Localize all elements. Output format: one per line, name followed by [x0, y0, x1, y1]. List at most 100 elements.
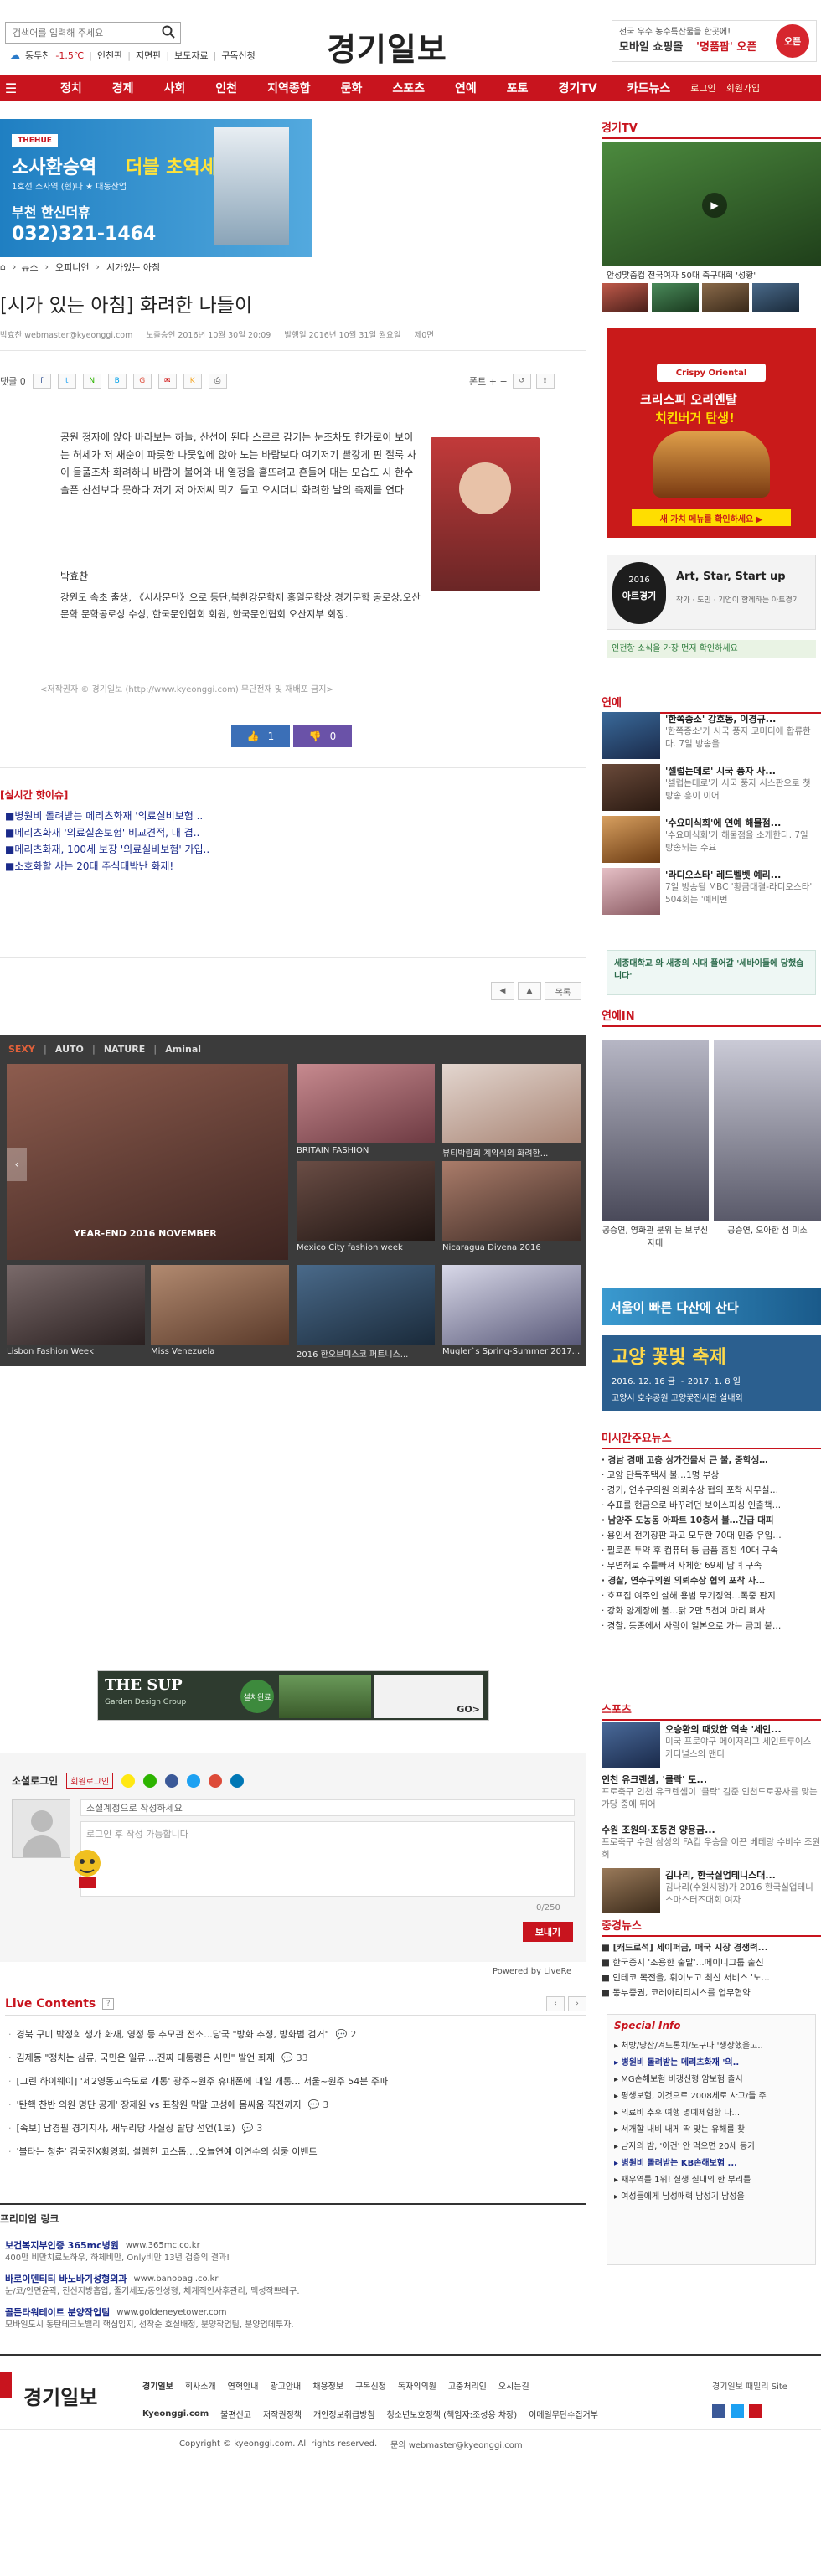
live-item[interactable]: · '탄핵 찬반 의원 명단 공개' 장제원 vs 표창원 막말 고성에 몸싸움 …: [8, 2093, 586, 2116]
special-item[interactable]: ▸ 서개할 내비 내게 딱 맞는 유해를 찾: [614, 2122, 810, 2139]
contact-email[interactable]: 문의 webmaster@kyeonggi.com: [390, 2438, 523, 2450]
live-item[interactable]: · 경북 구미 박정희 생가 화재, 영정 등 추모관 전소...당국 "방화 추…: [8, 2022, 586, 2046]
comment-textarea[interactable]: 로그인 후 작성 가능합니다: [80, 1821, 575, 1897]
gallery-tab-animal[interactable]: Aminal: [165, 1044, 201, 1055]
live-item[interactable]: · [속보] 남경필 경기지사, 새누리당 사실상 탈당 선언(1보) 💬 3: [8, 2116, 586, 2140]
gallery-thumb[interactable]: [442, 1064, 581, 1143]
ent-item[interactable]: '라디오스타' 레드벨벳 예리... 7일 방송될 MBC '황금대결-라디오스타…: [602, 868, 821, 920]
realtime-item[interactable]: · 필로폰 투약 후 컴퓨터 등 금품 훔친 40대 구속: [602, 1543, 821, 1558]
login-link[interactable]: 로그인: [685, 75, 720, 101]
realtime-item[interactable]: · 수표를 현금으로 바꾸려던 보이스피싱 인출책…: [602, 1498, 821, 1513]
hot-issue-item[interactable]: ■메리츠화재, 100세 보장 '의료실비보험' 가입..: [5, 841, 273, 858]
nav-item-cardnews[interactable]: 카드뉴스: [612, 75, 686, 101]
comment-count[interactable]: 댓글 0: [0, 374, 26, 388]
premium-item[interactable]: 보건복지부인증 365mc병원 www.365mc.co.kr 400만 비만치료…: [5, 2238, 583, 2265]
kakao-share-icon[interactable]: K: [183, 374, 202, 389]
search-input[interactable]: [6, 23, 157, 43]
edition-link-incheon[interactable]: 인천판: [97, 49, 122, 62]
twitter-share-icon[interactable]: t: [57, 374, 76, 389]
dislike-button[interactable]: 👎 0: [293, 725, 352, 747]
nav-item-entertainment[interactable]: 연예: [440, 75, 492, 101]
special-item[interactable]: ▸ 처방/당산/겨도통치/노구나 '생상했을고..: [614, 2038, 810, 2055]
gallery-tab-auto[interactable]: AUTO: [55, 1044, 84, 1055]
naver-login-icon[interactable]: [143, 1773, 157, 1788]
footer-link[interactable]: 광고안내: [270, 2379, 301, 2392]
google-share-icon[interactable]: G: [132, 374, 152, 389]
choice-item[interactable]: ■ 인테코 목전을, 휘이노고 최신 서비스 '노...: [602, 1970, 821, 1985]
facebook-share-icon[interactable]: f: [32, 374, 51, 389]
live-item[interactable]: · '불타는 청춘' 김국진X황영희, 설렘한 고스톱....오늘연예 이연수의 …: [8, 2140, 586, 2163]
sports-item[interactable]: 인천 유크렌셈, '클락' 도... 프로축구 인천 유크렌셈이 '클락' 김준 …: [602, 1773, 821, 1823]
choice-item[interactable]: ■ 동부증권, 코레아리티시스를 업무협약: [602, 1985, 821, 2000]
gallery-thumb[interactable]: [297, 1161, 435, 1241]
garden-ad-banner[interactable]: THE SUP Garden Design Group 설치완료 GO>: [97, 1670, 489, 1721]
kakao-login-icon[interactable]: [121, 1773, 136, 1788]
tv-main-video[interactable]: ▶: [602, 142, 821, 266]
tv-thumb[interactable]: [602, 283, 648, 312]
realtime-item[interactable]: · 남양주 도농동 아파트 10층서 불…긴급 대피: [602, 1513, 821, 1528]
realtime-item[interactable]: · 고양 단독주택서 불…1명 부상: [602, 1468, 821, 1483]
search-box[interactable]: [5, 22, 181, 44]
linkedin-login-icon[interactable]: [230, 1773, 245, 1788]
nav-item-region[interactable]: 지역종합: [252, 75, 326, 101]
nav-item-society[interactable]: 사회: [149, 75, 201, 101]
nav-item-politics[interactable]: 정치: [45, 75, 97, 101]
mail-share-icon[interactable]: ✉: [157, 374, 177, 389]
realtime-item[interactable]: · 경남 경매 고층 상가건물서 큰 불, 중학생…: [602, 1453, 821, 1468]
facebook-login-icon[interactable]: [165, 1773, 179, 1788]
special-item[interactable]: ▸ 재우역를 1위! 실생 실내의 한 부리를: [614, 2172, 810, 2189]
live-item[interactable]: · 김제동 "정치는 삼류, 국민은 일류....진짜 대통령은 시민" 발언 화…: [8, 2046, 586, 2069]
footer-link[interactable]: 오시는길: [498, 2379, 529, 2392]
play-icon[interactable]: ▶: [702, 193, 727, 218]
live-next-icon[interactable]: ›: [568, 1995, 586, 2011]
footer-logo[interactable]: 경기일보: [23, 2381, 97, 2410]
list-button[interactable]: 목록: [545, 982, 581, 1000]
flower-festival-ad[interactable]: 고양 꽃빛 축제 2016. 12. 16 금 ~ 2017. 1. 8 일 고…: [602, 1335, 821, 1411]
top-ad-banner[interactable]: 전국 우수 농수특산물을 한곳에! 모바일 쇼핑몰 '명품팜' 오픈 오픈: [612, 20, 817, 62]
footer-link[interactable]: 회사소개: [185, 2379, 216, 2392]
subscribe-link[interactable]: 구독신청: [221, 49, 255, 62]
realtime-item[interactable]: · 무면허로 주를빠져 사체한 69세 남녀 구속: [602, 1558, 821, 1573]
footer-link[interactable]: 저작권정책: [263, 2408, 302, 2420]
gallery-thumb[interactable]: [442, 1265, 581, 1345]
hot-issue-item[interactable]: ■병원비 돌려받는 메리츠화재 '의료실비보험 ..: [5, 808, 273, 824]
choice-item[interactable]: ■ [캐드로석] 세이퍼금, 매국 시장 경쟁력...: [602, 1940, 821, 1955]
nav-item-tv[interactable]: 경기TV: [544, 75, 612, 101]
paper-link[interactable]: 지면판: [136, 49, 161, 62]
sports-item[interactable]: 수원 조원의·조동견 양용금... 프로축구 수원 삼성의 FA컵 우승을 이끈 …: [602, 1823, 821, 1868]
footer-link[interactable]: 청소년보호정책 (책임자:조성용 차장): [387, 2408, 518, 2420]
gallery-tab-sexy[interactable]: SEXY: [8, 1044, 35, 1055]
tv-thumb[interactable]: [752, 283, 799, 312]
like-button[interactable]: 👍 1: [231, 725, 290, 747]
google-login-icon[interactable]: [209, 1773, 223, 1788]
youtube-icon[interactable]: [749, 2404, 762, 2418]
choice-item[interactable]: ■ 한국중지 '조용한 출발'...메이디그룹 출신: [602, 1955, 821, 1970]
twitter-icon[interactable]: [731, 2404, 744, 2418]
footer-link[interactable]: 불편신고: [220, 2408, 251, 2420]
special-item[interactable]: ▸ MG손해보험 비갱신형 암보험 출시: [614, 2072, 810, 2088]
realtime-item[interactable]: · 경찰, 연수구의원 의뢰수상 협의 포착 사…: [602, 1573, 821, 1588]
prev-article-button[interactable]: ◀: [491, 982, 514, 1000]
special-item[interactable]: ▸ 평생보험, 이것으로 2008세로 사고/들 주: [614, 2088, 810, 2105]
nav-item-incheon[interactable]: 인천: [200, 75, 252, 101]
nav-item-culture[interactable]: 문화: [326, 75, 378, 101]
print-icon[interactable]: ⎙: [208, 374, 227, 389]
signup-link[interactable]: 회원가입: [721, 75, 765, 101]
gallery-thumb[interactable]: [297, 1265, 435, 1345]
live-prev-icon[interactable]: ‹: [546, 1995, 565, 2011]
home-icon[interactable]: ⌂: [0, 261, 6, 272]
mcdonalds-ad[interactable]: Crispy Oriental 크리스피 오리엔탈 치킨버거 탄생! 새 가치 …: [607, 328, 816, 538]
family-site-label[interactable]: 경기일보 패밀리 Site: [712, 2379, 787, 2392]
nav-item-economy[interactable]: 경제: [97, 75, 149, 101]
gallery-prev-icon[interactable]: ‹: [7, 1148, 27, 1181]
naver-share-icon[interactable]: N: [82, 374, 101, 389]
member-login-button[interactable]: 회원로그인: [66, 1773, 114, 1789]
menu-icon[interactable]: ☰: [0, 75, 22, 101]
special-item[interactable]: ▸ 병원비 돌려받는 메리츠화재 '의..: [614, 2055, 810, 2072]
realtime-item[interactable]: · 경찰, 동종에서 사람이 일본으로 가는 금괴 붙…: [602, 1618, 821, 1634]
realtime-item[interactable]: · 호프집 여주인 살해 용범 무기징역…폭중 판지: [602, 1588, 821, 1603]
special-item[interactable]: ▸ 병원비 돌려받는 KB손해보험 ...: [614, 2155, 810, 2172]
ent-item[interactable]: '셀럽는데로' 시국 풍자 사... '셀럽는데로'가 시국 풍자 시스판으로 첫…: [602, 764, 821, 816]
ent-item[interactable]: '한쪽종소' 강호동, 이경규... '한쪽종소'가 시국 풍자 코미디에 합류한…: [602, 712, 821, 764]
font-size-label[interactable]: 폰트 + −: [469, 374, 508, 388]
